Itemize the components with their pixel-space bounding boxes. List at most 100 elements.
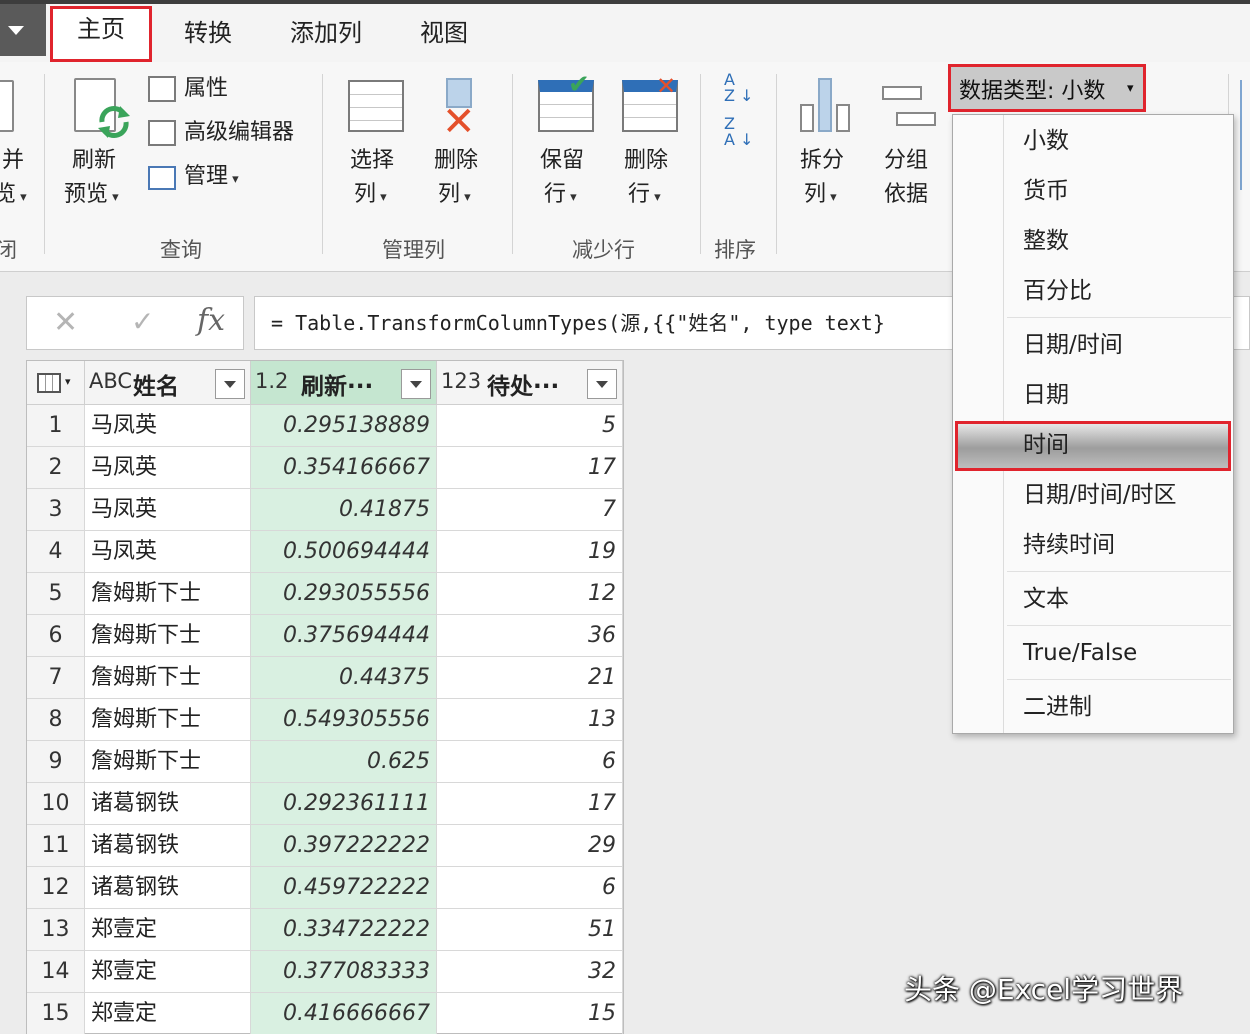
close-load-label[interactable]: 并 [2, 146, 24, 176]
table-row[interactable]: 13 郑壹定 0.334722222 51 [27, 909, 623, 951]
refresh-preview-label[interactable]: 预览 ▾ [64, 180, 119, 213]
column-header-pending[interactable]: 123 待处··· [437, 361, 623, 405]
table-row[interactable]: 6 詹姆斯下士 0.375694444 36 [27, 615, 623, 657]
cell-pending[interactable]: 6 [437, 741, 623, 783]
menu-item-date[interactable]: 日期 [1023, 375, 1069, 415]
cell-pending[interactable]: 29 [437, 825, 623, 867]
properties-button[interactable]: 属性 [184, 74, 228, 104]
sort-descending-icon[interactable]: ZA ↓ [724, 116, 753, 148]
tab-home[interactable]: 主页 [50, 6, 152, 62]
app-menu-button[interactable] [0, 4, 46, 56]
tab-add-column[interactable]: 添加列 [276, 10, 376, 56]
menu-item-datetime[interactable]: 日期/时间 [1023, 325, 1123, 365]
cell-refresh[interactable]: 0.295138889 [251, 405, 437, 447]
cell-pending[interactable]: 15 [437, 993, 623, 1034]
remove-rows-button[interactable]: 删除 [624, 146, 668, 176]
table-row[interactable]: 15 郑壹定 0.416666667 15 [27, 993, 623, 1034]
row-number[interactable]: 15 [27, 993, 85, 1034]
column-filter-dropdown[interactable] [215, 369, 245, 399]
table-row[interactable]: 5 詹姆斯下士 0.293055556 12 [27, 573, 623, 615]
tab-transform[interactable]: 转换 [168, 10, 248, 56]
cell-name[interactable]: 诸葛钢铁 [85, 867, 251, 909]
cell-name[interactable]: 马凤英 [85, 531, 251, 573]
menu-item-integer[interactable]: 整数 [1023, 221, 1069, 261]
menu-item-decimal[interactable]: 小数 [1023, 121, 1069, 161]
row-number[interactable]: 13 [27, 909, 85, 951]
menu-item-percentage[interactable]: 百分比 [1023, 271, 1092, 311]
row-number[interactable]: 4 [27, 531, 85, 573]
split-column-label[interactable]: 列 ▾ [804, 180, 837, 213]
check-icon[interactable]: ✓ [131, 305, 154, 338]
column-filter-dropdown[interactable] [587, 369, 617, 399]
cell-pending[interactable]: 17 [437, 447, 623, 489]
cell-pending[interactable]: 32 [437, 951, 623, 993]
column-header-refresh[interactable]: 1.2 刷新··· [251, 361, 437, 405]
menu-item-boolean[interactable]: True/False [1023, 633, 1137, 673]
cell-name[interactable]: 詹姆斯下士 [85, 573, 251, 615]
cell-pending[interactable]: 13 [437, 699, 623, 741]
cell-name[interactable]: 郑壹定 [85, 993, 251, 1034]
row-number[interactable]: 14 [27, 951, 85, 993]
table-row[interactable]: 4 马凤英 0.500694444 19 [27, 531, 623, 573]
row-number[interactable]: 6 [27, 615, 85, 657]
cell-name[interactable]: 马凤英 [85, 489, 251, 531]
cell-refresh[interactable]: 0.416666667 [251, 993, 437, 1034]
text-type-icon[interactable]: ABC [89, 369, 132, 393]
cell-refresh[interactable]: 0.459722222 [251, 867, 437, 909]
cell-refresh[interactable]: 0.397222222 [251, 825, 437, 867]
close-load-label-2[interactable]: 览 ▾ [0, 180, 27, 213]
cell-refresh[interactable]: 0.500694444 [251, 531, 437, 573]
fx-icon[interactable]: fx [197, 303, 225, 338]
keep-rows-label[interactable]: 行 ▾ [544, 180, 577, 213]
row-number[interactable]: 5 [27, 573, 85, 615]
cell-pending[interactable]: 7 [437, 489, 623, 531]
group-by-label[interactable]: 依据 [884, 180, 928, 210]
choose-columns-label[interactable]: 列 ▾ [354, 180, 387, 213]
choose-columns-button[interactable]: 选择 [350, 146, 394, 176]
cell-name[interactable]: 马凤英 [85, 405, 251, 447]
row-number[interactable]: 12 [27, 867, 85, 909]
row-number[interactable]: 3 [27, 489, 85, 531]
cell-pending[interactable]: 51 [437, 909, 623, 951]
cell-refresh[interactable]: 0.549305556 [251, 699, 437, 741]
cell-name[interactable]: 詹姆斯下士 [85, 741, 251, 783]
table-row[interactable]: 3 马凤英 0.41875 7 [27, 489, 623, 531]
cell-pending[interactable]: 12 [437, 573, 623, 615]
table-row[interactable]: 8 詹姆斯下士 0.549305556 13 [27, 699, 623, 741]
row-number[interactable]: 11 [27, 825, 85, 867]
table-row[interactable]: 10 诸葛钢铁 0.292361111 17 [27, 783, 623, 825]
group-by-button[interactable]: 分组 [884, 146, 928, 176]
cell-name[interactable]: 詹姆斯下士 [85, 615, 251, 657]
menu-item-text[interactable]: 文本 [1023, 579, 1069, 619]
column-header-name[interactable]: ABC 姓名 [85, 361, 251, 405]
cell-refresh[interactable]: 0.292361111 [251, 783, 437, 825]
decimal-type-icon[interactable]: 1.2 [255, 369, 288, 393]
row-number[interactable]: 8 [27, 699, 85, 741]
cell-name[interactable]: 郑壹定 [85, 951, 251, 993]
menu-item-datetimezone[interactable]: 日期/时间/时区 [1023, 475, 1177, 515]
cell-refresh[interactable]: 0.375694444 [251, 615, 437, 657]
cell-refresh[interactable]: 0.625 [251, 741, 437, 783]
sort-ascending-icon[interactable]: AZ ↓ [724, 72, 753, 104]
cell-refresh[interactable]: 0.293055556 [251, 573, 437, 615]
cell-pending[interactable]: 5 [437, 405, 623, 447]
cell-pending[interactable]: 36 [437, 615, 623, 657]
row-number[interactable]: 10 [27, 783, 85, 825]
cell-refresh[interactable]: 0.377083333 [251, 951, 437, 993]
menu-item-binary[interactable]: 二进制 [1023, 687, 1092, 727]
table-row[interactable]: 14 郑壹定 0.377083333 32 [27, 951, 623, 993]
manage-button[interactable]: 管理 ▾ [184, 162, 239, 195]
tab-view[interactable]: 视图 [404, 10, 484, 56]
data-type-dropdown[interactable]: 数据类型: 小数 ▾ [948, 64, 1146, 112]
menu-item-currency[interactable]: 货币 [1023, 171, 1069, 211]
integer-type-icon[interactable]: 123 [441, 369, 481, 393]
cell-name[interactable]: 诸葛钢铁 [85, 783, 251, 825]
cell-name[interactable]: 诸葛钢铁 [85, 825, 251, 867]
cell-pending[interactable]: 19 [437, 531, 623, 573]
remove-rows-label[interactable]: 行 ▾ [628, 180, 661, 213]
cell-refresh[interactable]: 0.41875 [251, 489, 437, 531]
keep-rows-button[interactable]: 保留 [540, 146, 584, 176]
cancel-icon[interactable]: ✕ [53, 305, 78, 340]
split-column-button[interactable]: 拆分 [800, 146, 844, 176]
remove-columns-label[interactable]: 列 ▾ [438, 180, 471, 213]
